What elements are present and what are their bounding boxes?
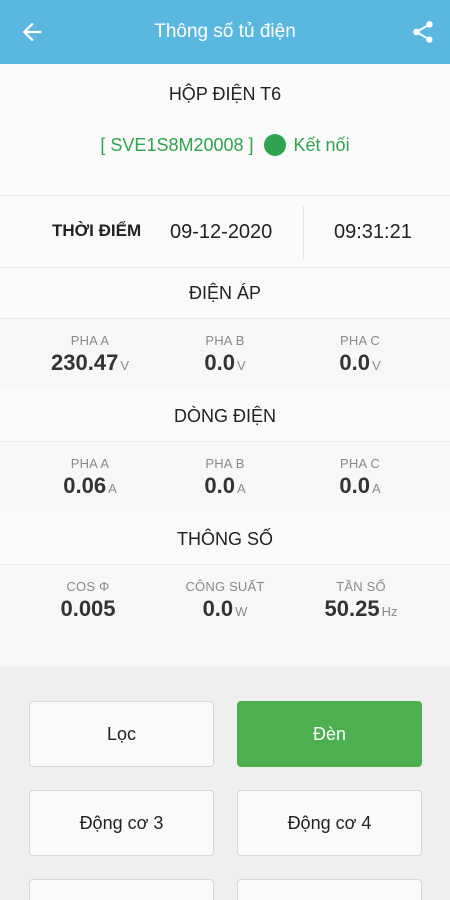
share-icon[interactable] [410,18,436,46]
cell-unit: A [371,481,381,496]
cell-unit: W [235,604,248,619]
timestamp-date: 09-12-2020 [170,221,273,243]
light-button[interactable]: Đèn [237,701,422,767]
device-code: [ SVE1S8M20008 ] [100,135,254,155]
cell-value: 0.0 [202,596,234,621]
param-frequency: TẦN SỐ 50.25 Hz [286,579,436,622]
cell-unit: V [236,358,246,373]
timestamp-time: 09:31:21 [334,221,412,243]
status-dot-icon [263,134,286,156]
cell-value: 230.47 [51,350,119,375]
motor-3-button[interactable]: Động cơ 3 [29,790,214,856]
timestamp-row: THỜI ĐIỂM 09-12-2020 09:31:21 [0,195,450,268]
params-title: THÔNG SỐ [176,529,273,549]
cell-value: 0.0 [339,473,370,498]
cell-label: CÔNG SUẤT [185,579,265,594]
voltage-phase-a: PHA A 230.47 V [15,333,165,376]
current-phase-b: PHA B 0.0 A [150,456,300,499]
current-title: DÒNG ĐIỆN [173,406,276,426]
current-phase-a: PHA A 0.06 A [15,456,165,499]
device-name: HỘP ĐIỆN T6 [168,84,282,104]
cell-label: TẦN SỐ [336,579,386,594]
divider [303,206,304,259]
app-bar: Thông số tủ điện [0,0,450,64]
cell-value: 0.0 [339,350,370,375]
timestamp-label: THỜI ĐIỂM [52,221,142,240]
voltage-title: ĐIỆN ÁP [188,283,262,303]
cell-unit: Hz [381,604,398,619]
status-text: Kết nối [293,135,350,155]
cell-unit: V [120,358,129,373]
cell-label: PHA B [205,333,245,348]
param-cos-phi: COS Φ 0.005 [13,579,163,622]
info-panel: HỘP ĐIỆN T6 [ SVE1S8M20008 ] Kết nối THỜI… [0,64,450,667]
cell-label: PHA A [70,333,110,348]
cell-label: PHA A [70,456,110,471]
filter-button[interactable]: Lọc [29,701,214,767]
voltage-section: PHA A 230.47 V PHA B 0.0 V PHA C 0.0 V [0,318,450,389]
cell-label: PHA B [205,456,245,471]
current-section: PHA A 0.06 A PHA B 0.0 A PHA C 0.0 A [0,441,450,512]
cell-label: PHA C [339,456,380,471]
control-buttons: Lọc Đèn Động cơ 3 Động cơ 4 [0,667,450,900]
cell-unit: V [371,358,381,373]
params-section: COS Φ 0.005 CÔNG SUẤT 0.0 W TẦN SỐ 50.25 H… [0,564,450,667]
voltage-phase-c: PHA C 0.0 V [285,333,435,376]
cell-unit: A [108,481,117,496]
page-title: Thông số tủ điện [154,21,296,42]
cell-label: PHA C [339,333,380,348]
control-button[interactable] [237,879,422,900]
param-power: CÔNG SUẤT 0.0 W [150,579,300,622]
cell-value: 0.005 [60,596,116,621]
cell-value: 0.0 [204,350,235,375]
voltage-phase-b: PHA B 0.0 V [150,333,300,376]
current-phase-c: PHA C 0.0 A [285,456,435,499]
cell-label: COS Φ [66,579,110,594]
device-status-row: [ SVE1S8M20008 ] Kết nối [0,134,450,156]
cell-unit: A [236,481,246,496]
cell-value: 50.25 [324,596,380,621]
cell-value: 0.0 [204,473,235,498]
control-button[interactable] [29,879,214,900]
cell-value: 0.06 [63,473,107,498]
motor-4-button[interactable]: Động cơ 4 [237,790,422,856]
